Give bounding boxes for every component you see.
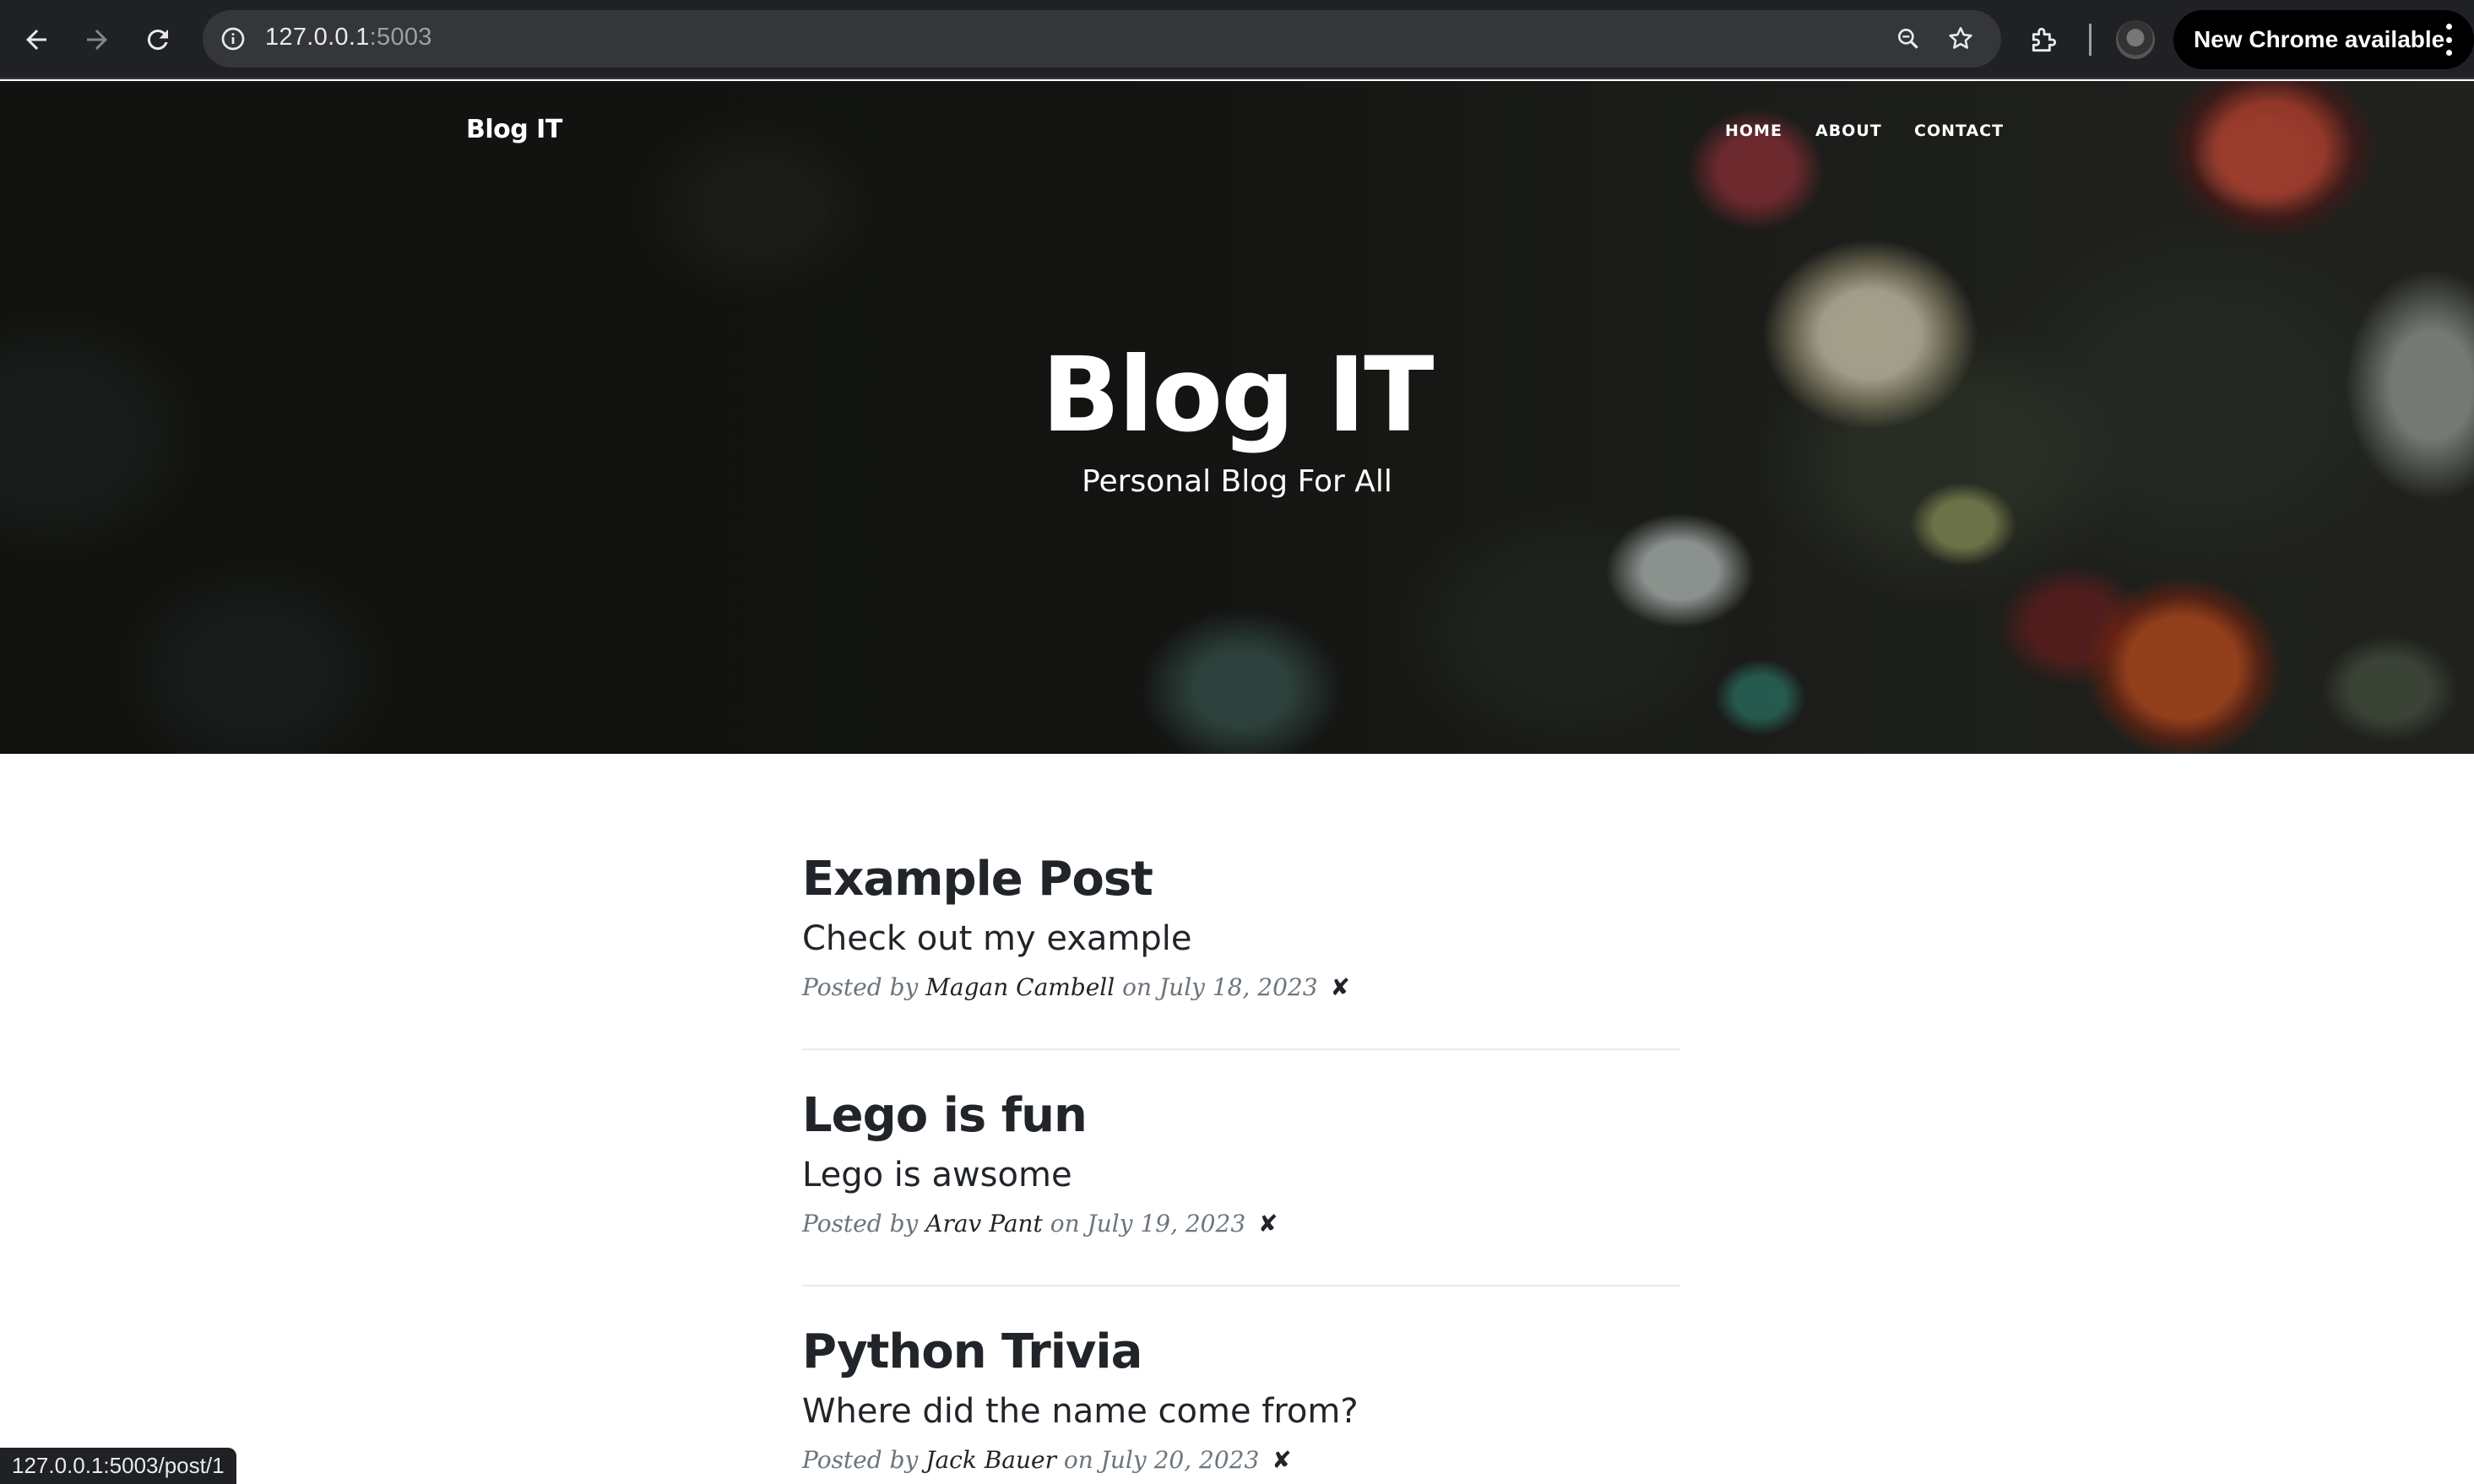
- post-author-link[interactable]: Magan Cambell: [925, 973, 1115, 1001]
- link-status-bar: 127.0.0.1:5003/post/1: [0, 1448, 236, 1484]
- posted-by-label: Posted by: [802, 973, 919, 1001]
- delete-post-icon[interactable]: ✘: [1258, 1210, 1278, 1238]
- address-bar[interactable]: 127.0.0.1:5003: [203, 10, 2001, 68]
- post-meta: Posted by Arav Pant on July 19, 2023 ✘: [802, 1207, 1680, 1241]
- post-title-link[interactable]: Python Trivia: [802, 1317, 1680, 1388]
- post-divider: [802, 1285, 1680, 1286]
- forward-arrow-icon: [87, 30, 107, 50]
- post-meta: Posted by Jack Bauer on July 20, 2023 ✘: [802, 1443, 1680, 1477]
- post-preview: Lego is fun Lego is awsome Posted by Ara…: [802, 1081, 1680, 1241]
- profile-avatar[interactable]: [2116, 20, 2155, 59]
- back-button[interactable]: [14, 17, 59, 62]
- zoom-icon[interactable]: [1891, 22, 1925, 56]
- url-port: :5003: [369, 24, 432, 51]
- back-arrow-icon: [26, 30, 46, 50]
- nav-home-link[interactable]: HOME: [1725, 122, 1782, 140]
- site-info-icon[interactable]: [214, 20, 252, 57]
- post-date: on July 20, 2023: [1063, 1446, 1260, 1474]
- delete-post-icon[interactable]: ✘: [1272, 1446, 1291, 1474]
- bookmark-star-icon[interactable]: [1944, 22, 1978, 56]
- chrome-update-button[interactable]: New Chrome available: [2173, 10, 2474, 69]
- post-author-link[interactable]: Arav Pant: [925, 1210, 1043, 1238]
- posted-by-label: Posted by: [802, 1446, 919, 1474]
- post-subtitle-link[interactable]: Lego is awsome: [802, 1151, 1680, 1199]
- toolbar-divider: [2089, 24, 2092, 56]
- post-preview: Example Post Check out my example Posted…: [802, 844, 1680, 1005]
- hero-header: Blog IT HOME ABOUT CONTACT Blog IT Perso…: [0, 81, 2474, 754]
- reload-button[interactable]: [135, 17, 181, 62]
- site-subheading: Personal Blog For All: [1082, 464, 1392, 499]
- post-subtitle-link[interactable]: Check out my example: [802, 915, 1680, 962]
- nav-about-link[interactable]: ABOUT: [1815, 122, 1882, 140]
- navbar-brand[interactable]: Blog IT: [466, 115, 562, 144]
- post-author-link[interactable]: Jack Bauer: [925, 1446, 1056, 1474]
- reload-icon: [147, 30, 168, 51]
- post-date: on July 18, 2023: [1122, 973, 1318, 1001]
- url-text: 127.0.0.1:5003: [265, 24, 432, 51]
- update-label: New Chrome available: [2194, 26, 2445, 52]
- post-meta: Posted by Magan Cambell on July 18, 2023…: [802, 971, 1680, 1005]
- post-title-link[interactable]: Lego is fun: [802, 1081, 1680, 1151]
- post-subtitle-link[interactable]: Where did the name come from?: [802, 1388, 1680, 1435]
- post-date: on July 19, 2023: [1050, 1210, 1246, 1238]
- post-title-link[interactable]: Example Post: [802, 844, 1680, 915]
- post-preview: Python Trivia Where did the name come fr…: [802, 1317, 1680, 1477]
- browser-toolbar: 127.0.0.1:5003 New Chrome available: [0, 0, 2474, 79]
- nav-contact-link[interactable]: CONTACT: [1914, 122, 2004, 140]
- url-host: 127.0.0.1: [265, 24, 370, 51]
- post-divider: [802, 1048, 1680, 1050]
- forward-button[interactable]: [74, 17, 120, 62]
- extensions-puzzle-icon[interactable]: [2025, 20, 2064, 59]
- site-heading: Blog IT: [1041, 335, 1434, 455]
- posted-by-label: Posted by: [802, 1210, 919, 1238]
- more-menu-icon[interactable]: [2445, 24, 2452, 56]
- delete-post-icon[interactable]: ✘: [1330, 973, 1349, 1001]
